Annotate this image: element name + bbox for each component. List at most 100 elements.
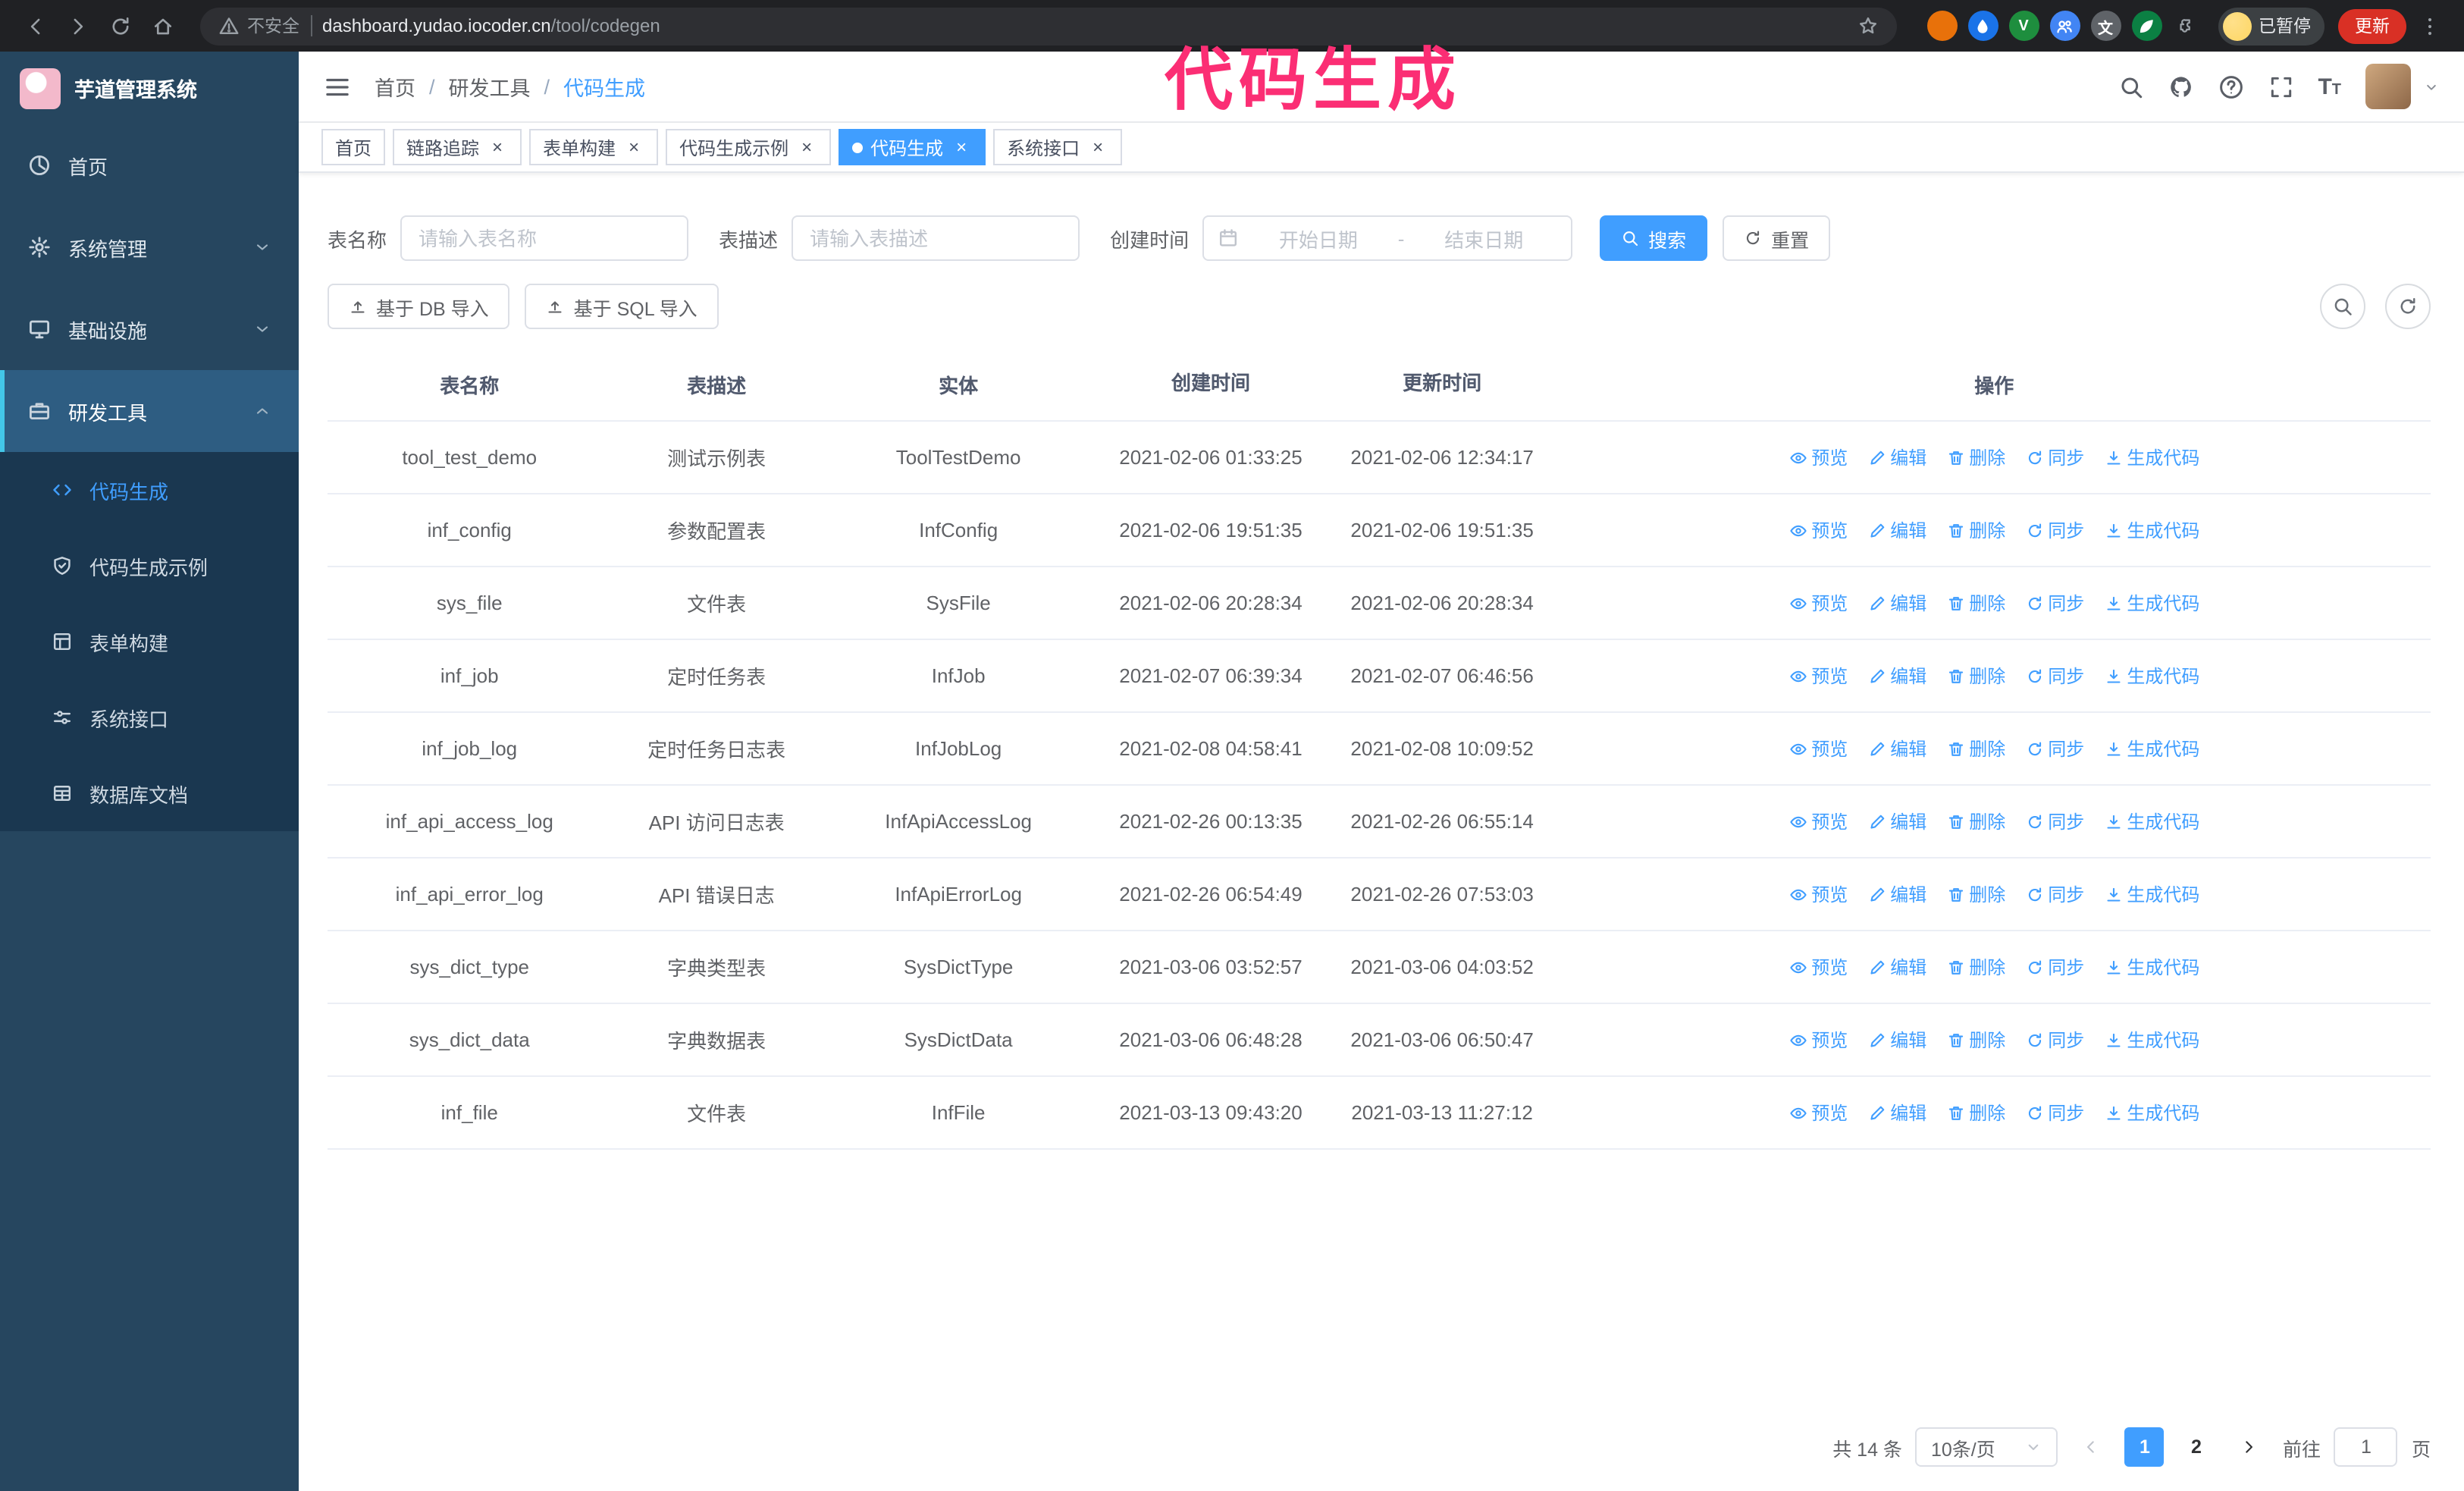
action-sync[interactable]: 同步 [2025,517,2084,543]
action-edit[interactable]: 编辑 [1867,954,1926,980]
action-generate-code[interactable]: 生成代码 [2104,517,2199,543]
action-edit[interactable]: 编辑 [1867,590,1926,616]
close-icon[interactable]: × [951,137,972,158]
action-generate-code[interactable]: 生成代码 [2104,808,2199,834]
page-button-1[interactable]: 1 [2124,1427,2165,1467]
action-delete[interactable]: 删除 [1946,736,2005,761]
action-preview[interactable]: 预览 [1788,736,1848,761]
action-edit[interactable]: 编辑 [1867,881,1926,907]
import-sql-button[interactable]: 基于 SQL 导入 [525,284,719,329]
action-edit[interactable]: 编辑 [1867,1027,1926,1053]
action-preview[interactable]: 预览 [1788,444,1848,470]
action-preview[interactable]: 预览 [1788,1027,1848,1053]
import-db-button[interactable]: 基于 DB 导入 [328,284,510,329]
action-sync[interactable]: 同步 [2025,1027,2084,1053]
action-sync[interactable]: 同步 [2025,1100,2084,1125]
action-edit[interactable]: 编辑 [1867,663,1926,689]
refresh-table-button[interactable] [2385,284,2431,329]
action-generate-code[interactable]: 生成代码 [2104,663,2199,689]
action-delete[interactable]: 删除 [1946,881,2005,907]
tab-form-builder[interactable]: 表单构建 × [529,129,659,165]
toggle-search-button[interactable] [2320,284,2365,329]
action-edit[interactable]: 编辑 [1867,808,1926,834]
browser-menu-icon[interactable] [2409,6,2449,46]
prev-page-button[interactable] [2071,1427,2111,1467]
action-edit[interactable]: 编辑 [1867,1100,1926,1125]
search-button[interactable]: 搜索 [1600,215,1708,261]
action-generate-code[interactable]: 生成代码 [2104,1027,2199,1053]
fullscreen-icon[interactable] [2268,74,2293,99]
action-edit[interactable]: 编辑 [1867,444,1926,470]
extension-people-icon[interactable] [2049,11,2080,41]
sidebar-item-form-builder[interactable]: 表单构建 [0,604,299,680]
close-icon[interactable]: × [1087,137,1108,158]
font-size-icon[interactable]: TT [2318,75,2341,98]
close-icon[interactable]: × [796,137,817,158]
close-icon[interactable]: × [487,137,508,158]
tab-system-api[interactable]: 系统接口 × [993,129,1123,165]
action-delete[interactable]: 删除 [1946,808,2005,834]
action-delete[interactable]: 删除 [1946,1027,2005,1053]
action-sync[interactable]: 同步 [2025,881,2084,907]
action-delete[interactable]: 删除 [1946,663,2005,689]
sidebar-item-codegen-demo[interactable]: 代码生成示例 [0,528,299,604]
action-preview[interactable]: 预览 [1788,590,1848,616]
action-generate-code[interactable]: 生成代码 [2104,881,2199,907]
profile-chip[interactable]: 已暂停 [2218,7,2324,45]
action-edit[interactable]: 编辑 [1867,517,1926,543]
breadcrumb-item[interactable]: 首页 [375,71,415,102]
action-delete[interactable]: 删除 [1946,590,2005,616]
sidebar-item-infrastructure[interactable]: 基础设施 [0,288,299,370]
extension-translate-icon[interactable]: 文 [2090,11,2121,41]
action-generate-code[interactable]: 生成代码 [2104,1100,2199,1125]
reset-button[interactable]: 重置 [1723,215,1831,261]
action-preview[interactable]: 预览 [1788,808,1848,834]
browser-forward-icon[interactable] [58,6,97,46]
address-bar[interactable]: 不安全 dashboard.yudao.iocoder.cn/tool/code… [200,7,1896,45]
table-name-input[interactable] [400,215,689,261]
action-preview[interactable]: 预览 [1788,663,1848,689]
action-delete[interactable]: 删除 [1946,444,2005,470]
action-sync[interactable]: 同步 [2025,663,2084,689]
action-sync[interactable]: 同步 [2025,590,2084,616]
action-edit[interactable]: 编辑 [1867,736,1926,761]
page-size-select[interactable]: 10条/页 [1915,1427,2058,1467]
bookmark-star-icon[interactable] [1857,15,1878,36]
date-range-picker[interactable]: 开始日期 - 结束日期 [1202,215,1573,261]
extension-v-icon[interactable]: V [2008,11,2039,41]
extension-puzzle-icon[interactable] [2172,11,2202,41]
security-warning[interactable]: 不安全 [218,14,299,38]
app-logo[interactable]: 芋道管理系统 [0,52,299,124]
tab-home[interactable]: 首页 [321,129,386,165]
page-button-2[interactable]: 2 [2176,1427,2216,1467]
action-delete[interactable]: 删除 [1946,517,2005,543]
action-preview[interactable]: 预览 [1788,1100,1848,1125]
sidebar-item-home[interactable]: 首页 [0,124,299,206]
extension-leaf-icon[interactable] [2131,11,2161,41]
action-preview[interactable]: 预览 [1788,954,1848,980]
tab-codegen[interactable]: 代码生成 × [839,129,986,165]
browser-home-icon[interactable] [143,6,182,46]
action-generate-code[interactable]: 生成代码 [2104,736,2199,761]
extension-drop-icon[interactable] [1967,11,1998,41]
action-sync[interactable]: 同步 [2025,444,2084,470]
breadcrumb-item[interactable]: 研发工具 [449,71,531,102]
action-delete[interactable]: 删除 [1946,1100,2005,1125]
search-icon[interactable] [2118,74,2143,99]
tab-codegen-demo[interactable]: 代码生成示例 × [666,129,832,165]
browser-reload-icon[interactable] [100,6,140,46]
sidebar-item-system-manage[interactable]: 系统管理 [0,206,299,288]
table-desc-input[interactable] [792,215,1080,261]
sidebar-item-dev-tools[interactable]: 研发工具 [0,370,299,452]
action-generate-code[interactable]: 生成代码 [2104,954,2199,980]
action-preview[interactable]: 预览 [1788,517,1848,543]
action-delete[interactable]: 删除 [1946,954,2005,980]
action-sync[interactable]: 同步 [2025,954,2084,980]
user-menu-caret-icon[interactable] [2423,78,2440,95]
close-icon[interactable]: × [623,137,644,158]
user-avatar[interactable] [2365,64,2411,109]
update-button[interactable]: 更新 [2338,8,2406,43]
action-sync[interactable]: 同步 [2025,808,2084,834]
tab-link-tracer[interactable]: 链路追踪 × [393,129,522,165]
next-page-button[interactable] [2229,1427,2269,1467]
